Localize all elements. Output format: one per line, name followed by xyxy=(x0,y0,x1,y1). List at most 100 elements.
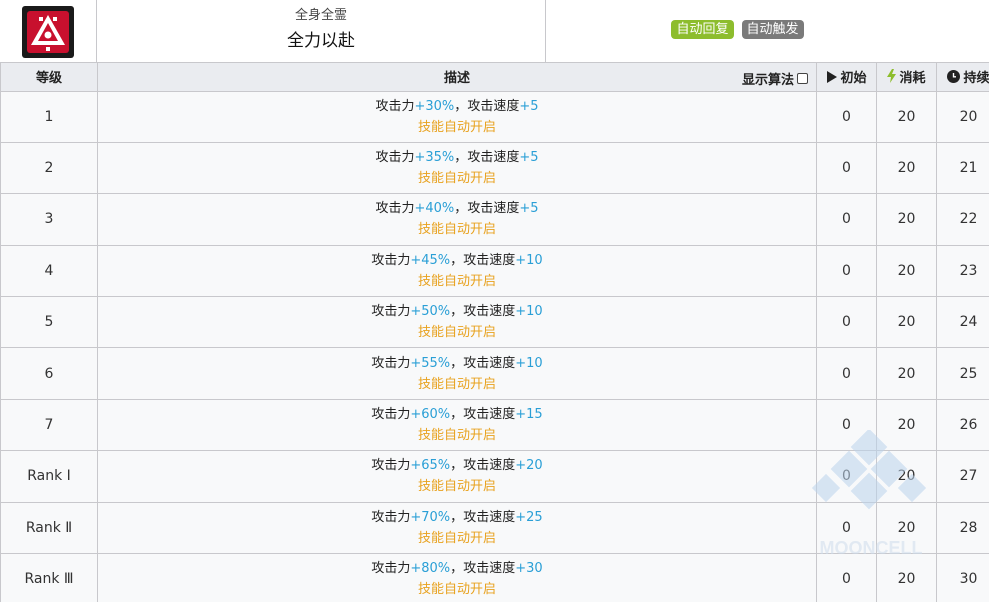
aspd-label: 攻击速度 xyxy=(463,252,516,268)
initial-sp-cell: 0 xyxy=(816,347,877,400)
aspd-value: +10 xyxy=(515,355,543,371)
auto-open-note: 技能自动开启 xyxy=(417,479,496,495)
aspd-label: 攻击速度 xyxy=(463,407,516,423)
recovery-type-tag: 自动回复 xyxy=(671,20,734,39)
level-cell: 4 xyxy=(0,244,98,298)
initial-sp-cell: 0 xyxy=(816,553,877,602)
atk-value: +40% xyxy=(414,201,455,217)
skill-header: 全身全霊 全力以赴 自动回复 自动触发 xyxy=(0,0,989,63)
skill-name: 全力以赴 xyxy=(287,31,355,51)
aspd-label: 攻击速度 xyxy=(463,561,516,577)
atk-value: +60% xyxy=(410,407,451,423)
atk-value: +30% xyxy=(414,98,455,114)
effect-line: 攻击力+55%，攻击速度+10 xyxy=(98,353,816,374)
description-cell: 攻击力+80%，攻击速度+30 技能自动开启 xyxy=(97,553,817,602)
play-icon xyxy=(827,70,838,83)
show-formula-checkbox[interactable] xyxy=(797,73,808,84)
skill-icon-cell xyxy=(0,0,97,63)
duration-label: 持续 xyxy=(963,70,989,86)
aspd-label: 攻击速度 xyxy=(467,201,520,217)
clock-icon xyxy=(947,69,961,83)
initial-sp-cell: 0 xyxy=(816,193,877,246)
table-row: Rank Ⅲ 攻击力+80%，攻击速度+30 技能自动开启 0 20 30 xyxy=(0,553,989,602)
initial-sp-cell: 0 xyxy=(816,398,877,452)
table-row: Rank Ⅱ 攻击力+70%，攻击速度+25 技能自动开启 0 20 28 xyxy=(0,501,989,555)
effect-line: 攻击力+60%，攻击速度+15 xyxy=(98,404,816,425)
sp-cost-cell: 20 xyxy=(876,553,937,602)
description-cell: 攻击力+55%，攻击速度+10 技能自动开启 xyxy=(97,347,817,400)
sp-cost-cell: 20 xyxy=(876,501,937,555)
level-column-header: 等级 xyxy=(0,63,98,92)
atk-value: +80% xyxy=(410,561,451,577)
sp-cost-column-header: 消耗 xyxy=(876,63,937,92)
auto-open-note: 技能自动开启 xyxy=(417,530,496,546)
description-column-header: 描述 显示算法 xyxy=(97,63,817,92)
sp-cost-cell: 20 xyxy=(876,347,937,400)
aspd-value: +30 xyxy=(515,561,543,577)
effect-line: 攻击力+65%，攻击速度+20 xyxy=(98,455,816,476)
effect-line: 攻击力+40%，攻击速度+5 xyxy=(98,198,816,219)
description-cell: 攻击力+30%，攻击速度+5 技能自动开启 xyxy=(97,90,817,143)
effect-line: 攻击力+70%，攻击速度+25 xyxy=(98,507,816,528)
atk-label: 攻击力 xyxy=(375,150,415,166)
skill-original-name: 全身全霊 xyxy=(294,8,347,23)
show-formula-label: 显示算法 xyxy=(741,73,794,88)
atk-value: +50% xyxy=(410,304,451,320)
aspd-label: 攻击速度 xyxy=(463,458,516,474)
separator: ， xyxy=(450,561,464,577)
aspd-label: 攻击速度 xyxy=(467,150,520,166)
duration-cell: 23 xyxy=(936,244,989,298)
skill-icon xyxy=(22,5,74,58)
level-cell: 2 xyxy=(0,141,98,195)
atk-value: +45% xyxy=(410,252,451,268)
sp-cost-cell: 20 xyxy=(876,450,937,503)
auto-open-note: 技能自动开启 xyxy=(417,222,496,238)
show-formula-toggle[interactable]: 显示算法 xyxy=(742,69,808,88)
effect-line: 攻击力+50%，攻击速度+10 xyxy=(98,301,816,322)
duration-column-header: 持续 xyxy=(936,63,989,92)
level-cell: 7 xyxy=(0,398,98,452)
sp-cost-cell: 20 xyxy=(876,90,937,143)
table-header-row: 等级 描述 显示算法 初始 消耗 持续 xyxy=(0,63,989,92)
atk-label: 攻击力 xyxy=(371,407,411,423)
initial-sp-label: 初始 xyxy=(840,71,867,86)
aspd-value: +10 xyxy=(515,304,543,320)
description-cell: 攻击力+45%，攻击速度+10 技能自动开启 xyxy=(97,244,817,298)
aspd-label: 攻击速度 xyxy=(463,509,516,525)
separator: ， xyxy=(454,201,468,217)
aspd-value: +10 xyxy=(515,252,543,268)
aspd-value: +15 xyxy=(515,407,543,423)
level-cell: 1 xyxy=(0,90,98,143)
effect-line: 攻击力+30%，攻击速度+5 xyxy=(98,96,816,117)
sp-cost-cell: 20 xyxy=(876,193,937,246)
aspd-value: +5 xyxy=(519,98,539,114)
separator: ， xyxy=(454,98,468,114)
separator: ， xyxy=(454,150,468,166)
table-row: 1 攻击力+30%，攻击速度+5 技能自动开启 0 20 20 xyxy=(0,90,989,143)
separator: ， xyxy=(450,458,464,474)
sp-cost-label: 消耗 xyxy=(899,70,926,86)
initial-sp-cell: 0 xyxy=(816,141,877,195)
table-row: 3 攻击力+40%，攻击速度+5 技能自动开启 0 20 22 xyxy=(0,193,989,246)
auto-open-note: 技能自动开启 xyxy=(417,376,496,392)
table-row: 4 攻击力+45%，攻击速度+10 技能自动开启 0 20 23 xyxy=(0,244,989,298)
skill-title-cell: 全身全霊 全力以赴 xyxy=(97,0,546,63)
auto-open-note: 技能自动开启 xyxy=(417,273,496,289)
separator: ， xyxy=(450,355,464,371)
initial-sp-cell: 0 xyxy=(816,501,877,555)
atk-value: +70% xyxy=(410,509,451,525)
description-cell: 攻击力+65%，攻击速度+20 技能自动开启 xyxy=(97,450,817,503)
auto-open-note: 技能自动开启 xyxy=(417,325,496,341)
skill-level-table: 等级 描述 显示算法 初始 消耗 持续 1 攻击力+30%，攻击速度+5 技能自… xyxy=(0,63,989,602)
initial-sp-column-header: 初始 xyxy=(816,63,877,92)
effect-line: 攻击力+80%，攻击速度+30 xyxy=(98,558,816,579)
auto-open-note: 技能自动开启 xyxy=(417,582,496,598)
atk-label: 攻击力 xyxy=(371,458,411,474)
duration-cell: 26 xyxy=(936,398,989,452)
table-row: 6 攻击力+55%，攻击速度+10 技能自动开启 0 20 25 xyxy=(0,347,989,400)
initial-sp-cell: 0 xyxy=(816,90,877,143)
duration-cell: 25 xyxy=(936,347,989,400)
description-cell: 攻击力+70%，攻击速度+25 技能自动开启 xyxy=(97,501,817,555)
atk-label: 攻击力 xyxy=(371,252,411,268)
lightning-icon xyxy=(887,69,897,83)
